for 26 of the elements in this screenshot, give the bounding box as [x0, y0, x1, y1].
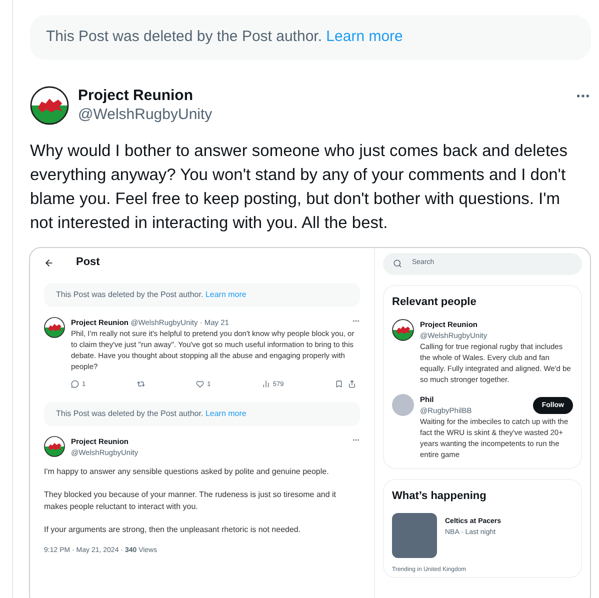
author-name[interactable]: Project Reunion	[78, 86, 575, 104]
post-paragraph: They blocked you because of your manner. The rudeness is just so tiresome and it makes people reluctant to interact with you.	[44, 488, 338, 512]
welsh-flag-avatar	[30, 86, 69, 124]
page-title: Post	[76, 255, 100, 270]
notice-text: This Post was deleted by the Post author.	[46, 28, 322, 45]
comment-icon[interactable]	[71, 380, 79, 388]
welsh-flag-avatar	[44, 316, 65, 338]
notice-text: This Post was deleted by the Post author.	[56, 408, 204, 418]
bookmark-icon[interactable]	[334, 380, 343, 388]
bar-chart-icon[interactable]	[262, 380, 270, 388]
heart-icon[interactable]	[196, 380, 204, 388]
back-arrow-icon[interactable]	[44, 258, 54, 268]
author-handle[interactable]: @WelshRugbyUnity	[78, 104, 575, 124]
avatar-placeholder	[392, 394, 414, 416]
post-paragraph: I'm happy to answer any sensible questions asked by polite and genuine people.	[44, 466, 330, 478]
card-title: What’s happening	[392, 489, 488, 504]
photo-placeholder	[392, 512, 437, 558]
notice-text: This Post was deleted by the Post author.	[56, 290, 204, 298]
share-icon[interactable]	[348, 380, 356, 388]
post-paragraph: If your arguments are strong, then the unpleasant rhetoric is not needed.	[44, 524, 302, 536]
card-title: Relevant people	[392, 294, 478, 310]
welsh-flag-avatar	[392, 319, 414, 341]
repost-icon[interactable]	[136, 380, 145, 388]
welsh-flag-avatar	[44, 436, 65, 456]
post-text: Why would I bother to answer someone who just comes back and deletes everything anyway? You won't stand by any of your comments and I don't blame you. Feel free to keep posting, but don't bother with questions. I'm not interested in interacting with you. All the best.	[30, 140, 568, 234]
search-icon	[393, 259, 402, 268]
